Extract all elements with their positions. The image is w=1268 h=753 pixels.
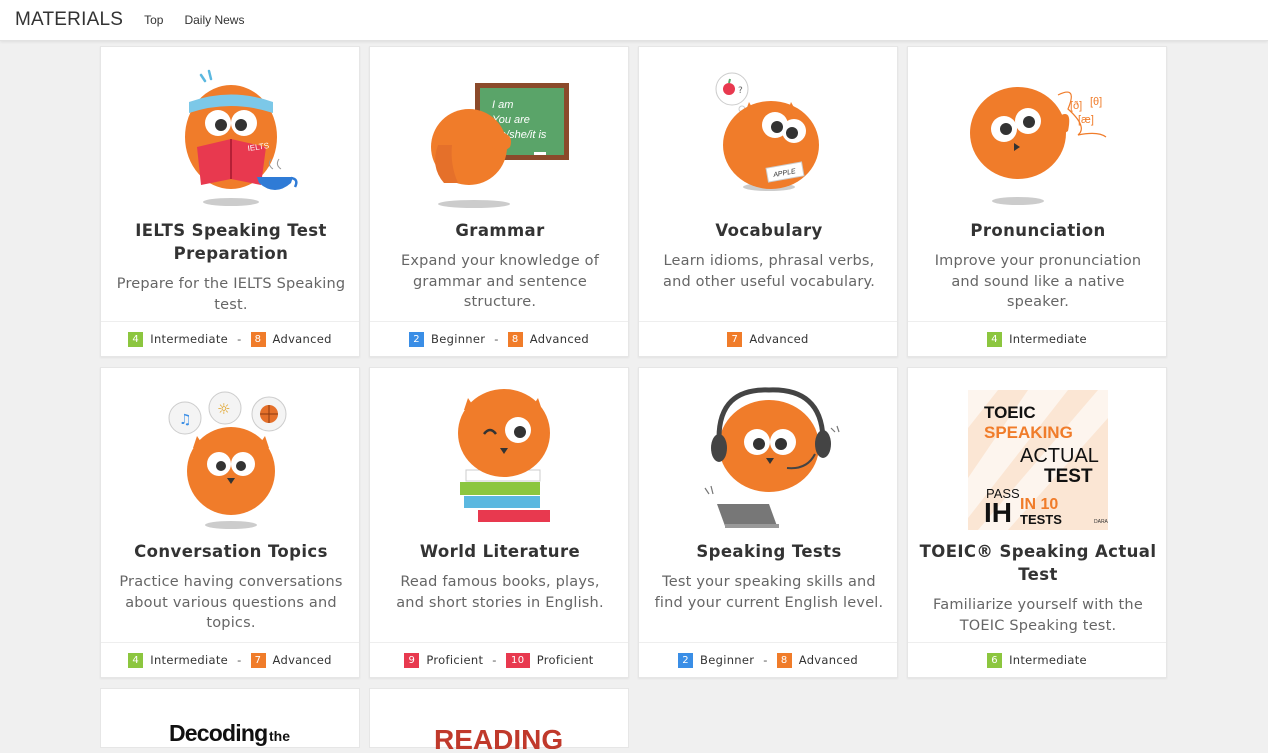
level-separator: -: [494, 332, 499, 346]
music-note-icon: ♫: [179, 412, 192, 428]
ielts-owl-illustration: IELTS: [185, 69, 298, 206]
card-description: Expand your knowledge of grammar and sen…: [400, 253, 600, 310]
card-description: Prepare for the IELTS Speaking test.: [116, 276, 346, 313]
level-badge: 10 Proficient: [505, 652, 594, 668]
phonetic-symbol: [ð]: [1070, 100, 1082, 112]
level-badge: 2 Beginner: [409, 331, 485, 347]
card-title[interactable]: Vocabulary: [649, 219, 889, 242]
cover-text: TESTS: [1020, 512, 1062, 527]
cover-text: TOEIC: [984, 403, 1036, 422]
level-footer: 4 Intermediate: [908, 321, 1166, 356]
level-footer: 9 Proficient - 10 Proficient: [370, 642, 628, 677]
cover-text: Decoding: [169, 720, 267, 746]
vocabulary-owl-illustration: ? APPLE: [715, 72, 819, 191]
level-badge: 4 Intermediate: [128, 331, 228, 347]
nav-link-daily-news[interactable]: Daily News: [184, 13, 244, 27]
card-description: Practice having conversations about vari…: [119, 574, 343, 631]
top-navbar: MATERIALS Top Daily News: [0, 0, 1268, 41]
card-title[interactable]: Grammar: [380, 219, 620, 242]
card-title[interactable]: TOEIC® Speaking Actual Test: [918, 540, 1158, 586]
cover-text: READING: [434, 724, 563, 749]
card-description: Read famous books, plays, and short stor…: [396, 574, 604, 611]
weather-icon: ☼: [217, 400, 230, 418]
conversation-owl-illustration: ♫ ☼: [168, 391, 287, 529]
board-line: I am: [492, 99, 513, 111]
level-separator: -: [237, 332, 242, 346]
material-card-decoding[interactable]: Decoding the: [100, 688, 360, 748]
cover-text: ACTUAL: [1020, 445, 1099, 467]
publisher-logo: DARA: [1094, 519, 1109, 525]
material-card-reading[interactable]: READING: [369, 688, 629, 753]
card-description: Improve your pronunciation and sound lik…: [934, 253, 1142, 310]
level-footer: 2 Beginner - 8 Advanced: [639, 642, 897, 677]
card-title[interactable]: Speaking Tests: [649, 540, 889, 563]
card-title[interactable]: World Literature: [380, 540, 620, 563]
cover-text: IN 10: [1020, 496, 1058, 513]
level-badge: 8 Advanced: [507, 331, 589, 347]
level-badge: 2 Beginner: [678, 652, 754, 668]
level-separator: -: [492, 653, 497, 667]
nav-link-top[interactable]: Top: [144, 13, 163, 27]
card-title[interactable]: IELTS Speaking Test Preparation: [111, 219, 351, 265]
literature-owl-illustration: [458, 389, 550, 522]
level-footer: 4 Intermediate - 7 Advanced: [101, 642, 359, 677]
level-badge: 7 Advanced: [727, 331, 808, 347]
level-badge: 8 Advanced: [250, 331, 332, 347]
level-badge: 8 Advanced: [776, 652, 858, 668]
material-card-grammar[interactable]: I am You are He/she/it is Grammar Expand…: [369, 46, 629, 357]
level-footer: 4 Intermediate - 8 Advanced: [101, 321, 359, 356]
material-card-ielts[interactable]: IELTS IELTS Speaking Test Preparation Pr…: [100, 46, 360, 357]
card-title[interactable]: Pronunciation: [918, 219, 1158, 242]
level-badge: 4 Intermediate: [987, 331, 1087, 347]
material-card-vocabulary[interactable]: ? APPLE Vocabulary Learn idioms, phrasal…: [638, 46, 898, 357]
level-separator: -: [237, 653, 242, 667]
cover-text: SPEAKING: [984, 423, 1073, 442]
toeic-book-cover: TOEIC SPEAKING ACTUAL TEST PASS IH IN 10…: [968, 390, 1109, 530]
level-footer: 2 Beginner - 8 Advanced: [370, 321, 628, 356]
card-title[interactable]: Conversation Topics: [111, 540, 351, 563]
phonetic-symbol: [æ]: [1078, 114, 1094, 126]
pronunciation-owl-illustration: [ð] [θ] [æ]: [970, 87, 1107, 205]
material-card-conversation-topics[interactable]: ♫ ☼ Conversation Topics Practice having …: [100, 367, 360, 678]
phonetic-symbol: [θ]: [1090, 96, 1102, 108]
level-badge: 9 Proficient: [404, 652, 483, 668]
cover-text: TEST: [1044, 466, 1093, 487]
decoding-book-cover: Decoding the: [169, 720, 290, 746]
level-separator: -: [763, 653, 768, 667]
material-card-toeic[interactable]: TOEIC SPEAKING ACTUAL TEST PASS IH IN 10…: [907, 367, 1167, 678]
material-card-speaking-tests[interactable]: Speaking Tests Test your speaking skills…: [638, 367, 898, 678]
card-description: Familiarize yourself with the TOEIC Spea…: [933, 597, 1143, 634]
card-description: Test your speaking skills and find your …: [654, 574, 884, 611]
brand-logo[interactable]: MATERIALS: [15, 9, 123, 31]
card-description: Learn idioms, phrasal verbs, and other u…: [662, 253, 876, 290]
level-footer: 6 Intermediate: [908, 642, 1166, 677]
material-card-pronunciation[interactable]: [ð] [θ] [æ] Pronunciation Improve your p…: [907, 46, 1167, 357]
grammar-owl-illustration: I am You are He/she/it is: [431, 83, 569, 208]
level-badge: 6 Intermediate: [987, 652, 1087, 668]
material-card-world-literature[interactable]: World Literature Read famous books, play…: [369, 367, 629, 678]
question-mark: ?: [738, 86, 743, 96]
level-badge: 4 Intermediate: [128, 652, 228, 668]
level-badge: 7 Advanced: [250, 652, 332, 668]
cover-text: IH: [984, 497, 1012, 528]
reading-book-cover: READING: [434, 724, 563, 753]
level-footer: 7 Advanced: [639, 321, 897, 356]
speaking-tests-owl-illustration: [704, 387, 840, 528]
